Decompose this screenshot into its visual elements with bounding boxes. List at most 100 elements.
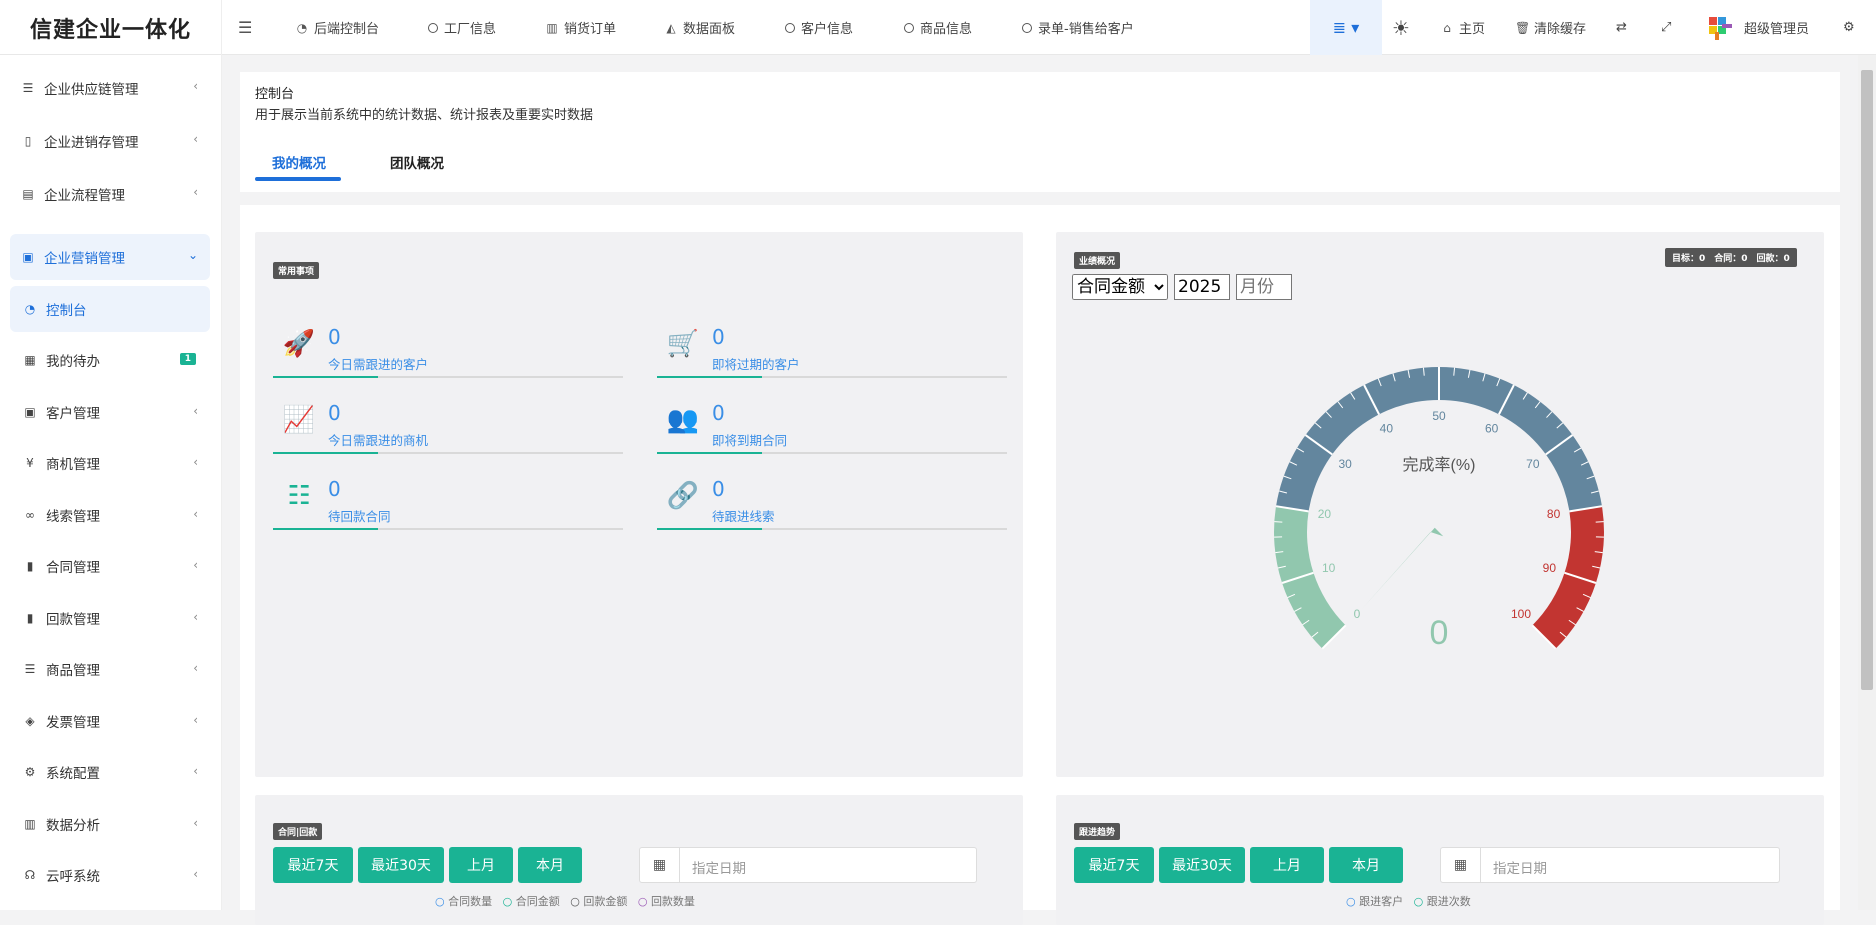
content-area: 常用事项 🚀 0 今日需跟进的客户 🛒 0 即将过期的客户 📈 0 今日需跟进的…	[240, 205, 1840, 910]
sidebar-item-leads[interactable]: ∞线索管理‹	[10, 492, 210, 538]
chevron-left-icon: ‹	[193, 867, 198, 881]
last-7-days-button[interactable]: 最近7天	[273, 847, 353, 883]
gauge-title: 完成率(%)	[1403, 456, 1476, 474]
last-7-days-button[interactable]: 最近7天	[1074, 847, 1154, 883]
stat-card[interactable]: 🔗 0 待跟进线索	[657, 469, 1007, 534]
trash-icon: 🗑	[1515, 21, 1529, 35]
hamburger-icon[interactable]: ☰	[238, 18, 252, 37]
completion-gauge: 0102030405060708090100完成率(%)0	[1214, 332, 1664, 752]
file-icon: ▯	[20, 134, 36, 148]
rocket-icon: 🚀	[281, 329, 317, 359]
chevron-left-icon: ‹	[193, 79, 198, 93]
last-30-days-button[interactable]: 最近30天	[1159, 847, 1245, 883]
menu-toggle-button[interactable]: ≣ ▾	[1310, 0, 1382, 55]
progress-fill	[273, 376, 378, 378]
user-menu[interactable]: 超级管理员	[1706, 0, 1809, 55]
bar-chart-icon: ▥	[22, 817, 38, 831]
app-logo[interactable]: 信建企业一体化	[0, 0, 222, 55]
page-title: 控制台	[255, 83, 294, 102]
topnav-item[interactable]: 客户信息	[785, 0, 853, 55]
theme-toggle[interactable]: ☀	[1392, 0, 1410, 55]
gauge-tick-label: 100	[1511, 607, 1531, 621]
sidebar-group-inventory[interactable]: ▯企业进销存管理‹	[10, 118, 210, 164]
year-input[interactable]	[1174, 274, 1230, 300]
language-button[interactable]: ⇄	[1616, 0, 1627, 55]
gauge-tick-label: 30	[1338, 457, 1352, 471]
chevron-left-icon: ‹	[193, 661, 198, 675]
progress-fill	[657, 452, 762, 454]
sidebar-group-supply-chain[interactable]: ☰企业供应链管理‹	[10, 65, 210, 111]
settings-button[interactable]: ⚙	[1843, 0, 1855, 55]
sidebar: ☰企业供应链管理‹ ▯企业进销存管理‹ ▤企业流程管理‹ ▣企业营销管理⌄ ◔控…	[0, 55, 222, 910]
chevron-left-icon: ‹	[193, 507, 198, 521]
topnav-item[interactable]: 商品信息	[904, 0, 972, 55]
sidebar-item-contracts[interactable]: ▮合同管理‹	[10, 543, 210, 589]
page-header: 控制台 用于展示当前系统中的统计数据、统计报表及重要实时数据 我的概况 团队概况	[240, 72, 1840, 192]
tab-team-overview[interactable]: 团队概况	[390, 152, 444, 172]
bar-chart-icon: ▥	[545, 21, 559, 35]
sidebar-item-invoices[interactable]: ◈发票管理‹	[10, 698, 210, 744]
chevron-left-icon: ‹	[193, 610, 198, 624]
month-input[interactable]	[1236, 274, 1292, 300]
sidebar-item-settings[interactable]: ⚙系统配置‹	[10, 749, 210, 795]
topnav-item[interactable]: 录单-销售给客户	[1022, 0, 1134, 55]
chain-icon: 🔗	[665, 481, 701, 511]
home-link[interactable]: ⌂主页	[1440, 0, 1485, 55]
sidebar-item-todo[interactable]: ▦我的待办1	[10, 337, 210, 383]
tab-my-overview[interactable]: 我的概况	[272, 152, 326, 172]
list-icon: ☰	[20, 81, 36, 95]
sidebar-item-products[interactable]: ☰商品管理‹	[10, 646, 210, 692]
date-picker-input[interactable]: ▦ 指定日期	[1440, 847, 1780, 883]
performance-panel: 业绩概况 目标：0 合同：0 回款：0 合同金额 010203040506070…	[1056, 232, 1824, 777]
progress-fill	[657, 528, 762, 530]
chevron-left-icon: ‹	[193, 132, 198, 146]
stat-card[interactable]: ☷ 0 待回款合同	[273, 469, 623, 534]
gauge-tick-label: 50	[1432, 409, 1446, 423]
scrollbar-thumb[interactable]	[1861, 70, 1873, 690]
fullscreen-button[interactable]: ⤢	[1661, 0, 1671, 55]
chevron-left-icon: ‹	[193, 816, 198, 830]
sidebar-item-opportunities[interactable]: ¥商机管理‹	[10, 440, 210, 486]
chevron-left-icon: ‹	[193, 455, 198, 469]
gauge-tick-label: 80	[1547, 507, 1561, 521]
progress-fill	[273, 528, 378, 530]
last-30-days-button[interactable]: 最近30天	[358, 847, 444, 883]
last-month-button[interactable]: 上月	[449, 847, 513, 883]
line-chart-icon: 📈	[281, 405, 317, 435]
panel-label: 业绩概况	[1074, 252, 1120, 269]
chevron-left-icon: ‹	[193, 713, 198, 727]
chevron-left-icon: ‹	[193, 764, 198, 778]
calendar-icon: ▦	[640, 848, 680, 882]
metric-select[interactable]: 合同金额	[1072, 274, 1168, 300]
stat-card[interactable]: 📈 0 今日需跟进的商机	[273, 393, 623, 458]
stat-card[interactable]: 🚀 0 今日需跟进的客户	[273, 317, 623, 382]
chevron-left-icon: ‹	[193, 558, 198, 572]
sidebar-group-marketing[interactable]: ▣企业营销管理⌄	[10, 234, 210, 280]
topnav-item[interactable]: ◔后端控制台	[295, 0, 379, 55]
sidebar-group-process[interactable]: ▤企业流程管理‹	[10, 171, 210, 217]
translate-icon: ⇄	[1616, 20, 1627, 35]
this-month-button[interactable]: 本月	[1329, 847, 1403, 883]
sidebar-item-payments[interactable]: ▮回款管理‹	[10, 595, 210, 641]
stat-card[interactable]: 👥 0 即将到期合同	[657, 393, 1007, 458]
sidebar-item-customers[interactable]: ▣客户管理‹	[10, 389, 210, 435]
sun-icon: ☀	[1392, 16, 1410, 40]
common-items-panel: 常用事项 🚀 0 今日需跟进的客户 🛒 0 即将过期的客户 📈 0 今日需跟进的…	[255, 232, 1023, 777]
stat-card[interactable]: 🛒 0 即将过期的客户	[657, 317, 1007, 382]
topnav-item[interactable]: 工厂信息	[428, 0, 496, 55]
sidebar-item-callcenter[interactable]: ☊云呼系统‹	[10, 852, 210, 898]
expand-icon: ⤢	[1661, 20, 1671, 35]
last-month-button[interactable]: 上月	[1250, 847, 1324, 883]
sidebar-item-dashboard[interactable]: ◔控制台	[10, 286, 210, 332]
this-month-button[interactable]: 本月	[518, 847, 582, 883]
topnav-item[interactable]: ◭数据面板	[664, 0, 735, 55]
circle-icon	[904, 23, 914, 33]
circle-icon	[428, 23, 438, 33]
home-icon: ⌂	[1440, 21, 1454, 35]
dashboard-icon: ◔	[22, 302, 38, 316]
topnav-item[interactable]: ▥销货订单	[545, 0, 616, 55]
sidebar-item-analytics[interactable]: ▥数据分析‹	[10, 801, 210, 847]
date-picker-input[interactable]: ▦ 指定日期	[639, 847, 977, 883]
chart-legend: ○ 跟进客户 ○ 跟进次数	[1346, 893, 1471, 909]
clear-cache-button[interactable]: 🗑清除缓存	[1515, 0, 1586, 55]
